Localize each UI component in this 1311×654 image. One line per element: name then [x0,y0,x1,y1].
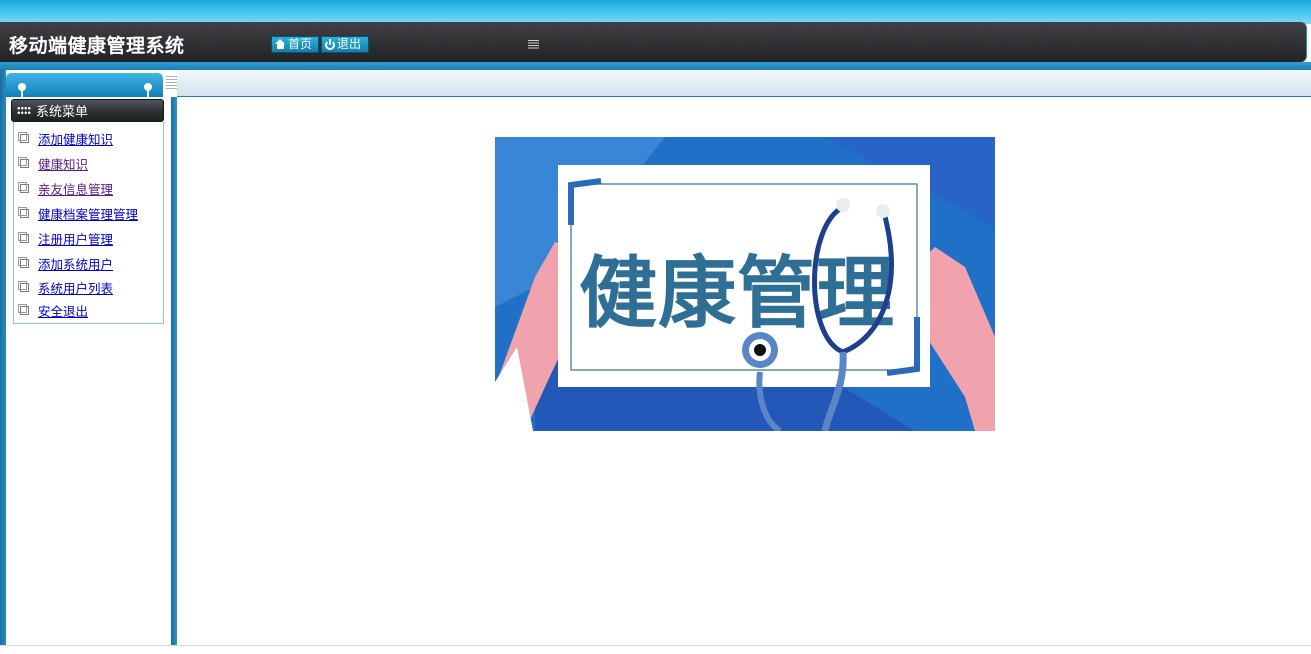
banner-image: 健康管理 [495,137,995,431]
home-button-label: 首页 [288,37,313,51]
menu-collapse-icon[interactable] [528,40,539,50]
sidebar-item-family-info: 亲友信息管理 [18,179,113,198]
logout-button[interactable]: 退出 [321,36,369,53]
page-bottom-edge [0,645,1311,654]
document-icon [18,181,29,193]
document-icon [18,131,29,143]
splitter-grip-icon[interactable] [166,76,177,90]
header-bottom-strip [0,62,1311,70]
sidebar-item-health-records: 健康档案管理管理 [18,204,138,223]
header-bar [0,22,1307,62]
sidebar-link[interactable]: 添加系统用户 [38,254,113,273]
main-toolbar [177,70,1311,97]
logout-button-label: 退出 [337,37,362,51]
sidebar-header [6,73,163,97]
sidebar-link[interactable]: 系统用户列表 [38,278,113,297]
home-icon [275,39,286,50]
sidebar-item-health-knowledge: 健康知识 [18,154,88,173]
sidebar-link[interactable]: 注册用户管理 [38,229,113,248]
document-icon [18,231,29,243]
app-title: 移动端健康管理系统 [9,35,185,57]
sidebar-link[interactable]: 健康知识 [38,154,88,173]
sidebar-item-registered-users: 注册用户管理 [18,229,113,248]
banner-illustration: 健康管理 [495,137,995,431]
header-top-strip [0,0,1311,24]
home-button[interactable]: 首页 [271,36,319,53]
sidebar-item-system-user-list: 系统用户列表 [18,278,113,297]
sidebar-link[interactable]: 健康档案管理管理 [38,204,138,223]
document-icon [18,156,29,168]
power-icon [325,38,335,50]
pin-icon [18,83,26,102]
pin-icon [144,83,152,102]
document-icon [18,303,29,315]
sidebar-link[interactable]: 添加健康知识 [38,129,113,148]
sidebar-divider [171,97,177,645]
document-icon [18,206,29,218]
sidebar-item-logout: 安全退出 [18,301,88,320]
document-icon [18,280,29,292]
sidebar-link[interactable]: 安全退出 [38,301,88,320]
sidebar-link[interactable]: 亲友信息管理 [38,179,113,198]
sidebar-item-add-health-knowledge: 添加健康知识 [18,129,113,148]
menu-title-bar[interactable]: 系统菜单 [11,99,164,122]
sidebar-item-add-system-user: 添加系统用户 [18,254,113,273]
document-icon [18,256,29,268]
menu-title: 系统菜单 [36,105,89,120]
banner-text: 健康管理 [579,249,895,339]
grid-icon [17,106,31,115]
